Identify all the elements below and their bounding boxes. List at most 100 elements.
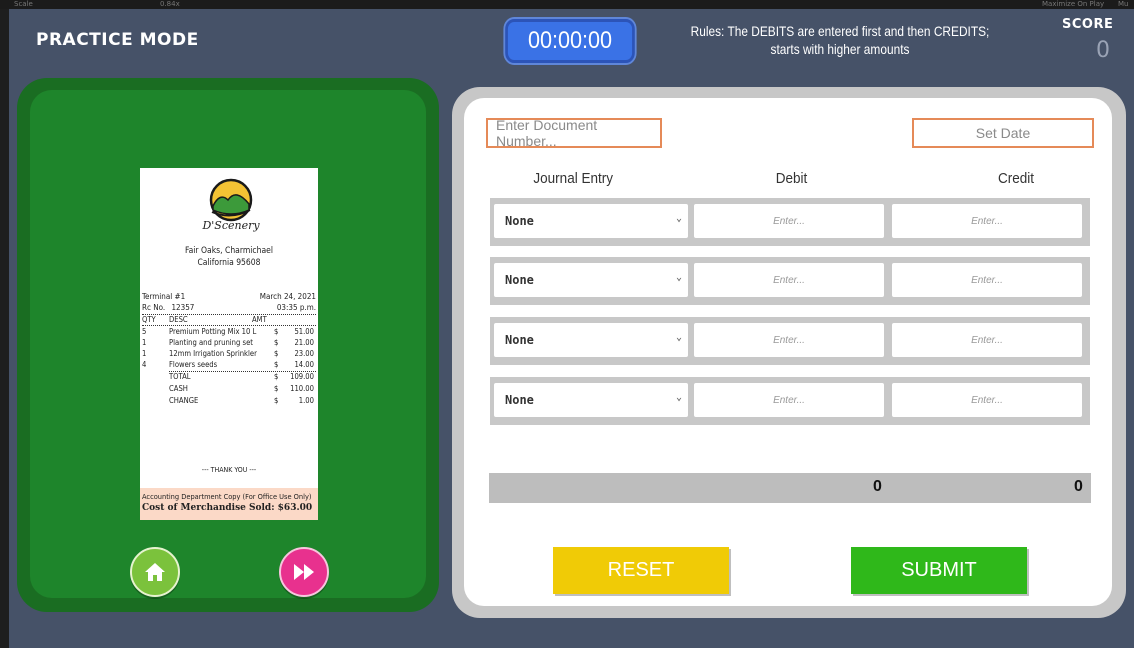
set-date-input[interactable]: Set Date (912, 118, 1094, 148)
item-amount: 14.00 (294, 360, 314, 369)
dscenery-logo-icon: D'Scenery (201, 178, 260, 232)
receipt-document: D'Scenery Fair Oaks, Charmichael Califor… (140, 168, 318, 520)
item-desc: Premium Potting Mix 10 L (169, 327, 257, 336)
total-currency: $ (274, 372, 279, 381)
credit-header: Credit (998, 170, 1035, 187)
receipt-thanks: --- THANK YOU --- (201, 466, 257, 474)
journal-entry-header: Journal Entry (533, 170, 613, 187)
debit-total: 0 (873, 478, 882, 495)
receipt-item: 4 Flowers seeds $ 14.00 (142, 360, 316, 370)
submit-button[interactable]: SUBMIT (851, 547, 1027, 594)
receipt-number-row: Rc No. 12357 03:35 p.m. (142, 303, 316, 312)
item-qty: 5 (142, 327, 147, 336)
receipt-item: 1 12mm Irrigation Sprinkler $ 23.00 (142, 349, 316, 359)
editor-top-strip: Scale 0.84x Maximize On Play Mu (0, 0, 1134, 9)
receipt-column-headers: QTY DESC AMT (142, 315, 316, 325)
journal-row: None ⌄ Enter... Enter... (490, 377, 1090, 425)
item-amount: 23.00 (294, 349, 314, 358)
item-desc: 12mm Irrigation Sprinkler (169, 349, 257, 358)
cash-currency: $ (274, 384, 279, 393)
cash-amount: 110.00 (290, 384, 314, 393)
timer-display: 00:00:00 (505, 19, 635, 63)
account-dropdown[interactable]: None ⌄ (494, 204, 688, 238)
cost-of-merchandise: Cost of Merchandise Sold: $63.00 (142, 503, 313, 513)
maximize-on-play-toggle[interactable]: Maximize On Play (1042, 0, 1104, 8)
mode-title: PRACTICE MODE (36, 30, 199, 50)
credit-input[interactable]: Enter... (892, 323, 1082, 357)
total-amount: 109.00 (290, 372, 314, 381)
journal-row: None ⌄ Enter... Enter... (490, 317, 1090, 365)
cash-label: CASH (169, 384, 188, 393)
journal-row: None ⌄ Enter... Enter... (490, 257, 1090, 305)
item-amount: 21.00 (294, 338, 314, 347)
debit-input[interactable]: Enter... (694, 204, 884, 238)
receipt-copy-note: Accounting Department Copy (For Office U… (140, 488, 318, 520)
debit-input[interactable]: Enter... (694, 263, 884, 297)
account-value: None (505, 333, 534, 347)
scale-label: Scale (14, 0, 33, 8)
credit-total: 0 (1074, 478, 1083, 495)
item-qty: 1 (142, 349, 147, 358)
scale-value: 0.84x (160, 0, 180, 8)
item-amount: 51.00 (294, 327, 314, 336)
receipt-terminal-row: Terminal #1 March 24, 2021 (142, 292, 316, 301)
credit-input[interactable]: Enter... (892, 204, 1082, 238)
item-desc: Planting and pruning set (169, 338, 253, 347)
account-dropdown[interactable]: None ⌄ (494, 263, 688, 297)
totals-bar: 0 0 (489, 473, 1091, 503)
fast-forward-icon (294, 564, 314, 580)
change-currency: $ (274, 396, 279, 405)
item-currency: $ (274, 349, 279, 358)
receipt-cash-row: CASH $ 110.00 (142, 384, 316, 394)
debit-input[interactable]: Enter... (694, 323, 884, 357)
score-label: SCORE (1062, 17, 1114, 32)
item-desc: Flowers seeds (169, 360, 218, 369)
item-currency: $ (274, 338, 279, 347)
document-number-input[interactable]: Enter Document Number... (486, 117, 662, 149)
copy-note-text: Accounting Department Copy (For Office U… (142, 492, 312, 501)
chevron-down-icon: ⌄ (675, 332, 682, 343)
item-currency: $ (274, 327, 279, 336)
editor-menu-label: Mu (1118, 0, 1129, 8)
rules-text: Rules: The DEBITS are entered first and … (690, 23, 990, 57)
receipt-number-label: Rc No. (142, 303, 166, 312)
item-qty: 1 (142, 338, 147, 347)
receipt-time: 03:35 p.m. (276, 303, 316, 312)
col-qty: QTY (142, 315, 156, 324)
home-button[interactable] (130, 547, 180, 597)
change-label: CHANGE (169, 396, 199, 405)
change-amount: 1.00 (298, 396, 314, 405)
item-qty: 4 (142, 360, 147, 369)
receipt-terminal: Terminal #1 (142, 292, 186, 301)
logo-text: D'Scenery (201, 219, 260, 232)
chevron-down-icon: ⌄ (675, 392, 682, 403)
debit-input[interactable]: Enter... (694, 383, 884, 417)
credit-input[interactable]: Enter... (892, 263, 1082, 297)
receipt-divider (142, 325, 316, 326)
col-desc: DESC (169, 315, 188, 324)
home-icon (145, 563, 165, 581)
account-value: None (505, 214, 534, 228)
credit-input[interactable]: Enter... (892, 383, 1082, 417)
receipt-address-line1: Fair Oaks, Charmichael (185, 246, 273, 256)
chevron-down-icon: ⌄ (675, 272, 682, 283)
receipt-total-row: TOTAL $ 109.00 (142, 372, 316, 382)
receipt-item: 5 Premium Potting Mix 10 L $ 51.00 (142, 327, 316, 337)
account-value: None (505, 393, 534, 407)
fast-forward-button[interactable] (279, 547, 329, 597)
account-dropdown[interactable]: None ⌄ (494, 323, 688, 357)
receipt-change-row: CHANGE $ 1.00 (142, 396, 316, 406)
col-amt: AMT (252, 315, 267, 324)
receipt-number: 12357 (171, 303, 195, 312)
reset-button[interactable]: RESET (553, 547, 729, 594)
score-value: 0 (1096, 38, 1110, 63)
journal-row: None ⌄ Enter... Enter... (490, 198, 1090, 246)
receipt-address-line2: California 95608 (197, 258, 261, 268)
item-currency: $ (274, 360, 279, 369)
account-dropdown[interactable]: None ⌄ (494, 383, 688, 417)
debit-header: Debit (775, 170, 808, 187)
total-label: TOTAL (169, 372, 191, 381)
chevron-down-icon: ⌄ (675, 213, 682, 224)
receipt-date: March 24, 2021 (259, 292, 316, 301)
receipt-item: 1 Planting and pruning set $ 21.00 (142, 338, 316, 348)
